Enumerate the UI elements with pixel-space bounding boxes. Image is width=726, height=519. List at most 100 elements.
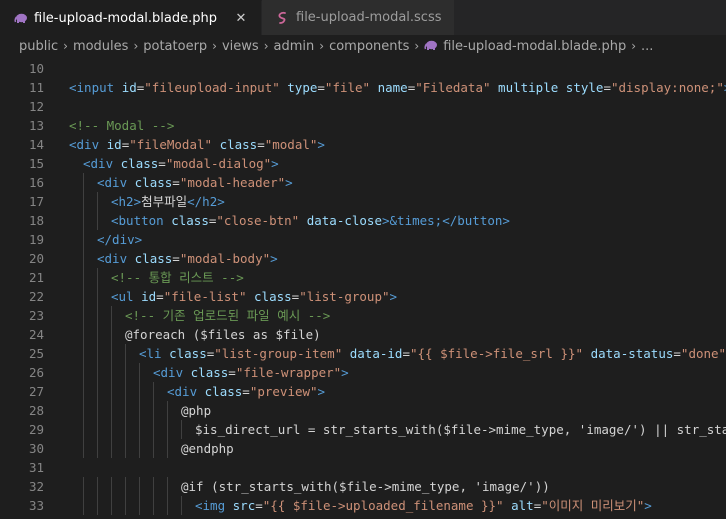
code-line[interactable]: 25 <li class="list-group-item" data-id="{…	[0, 344, 726, 363]
code-token: data-close	[306, 213, 382, 228]
code-line[interactable]: 17 <h2>첨부파일</h2>	[0, 192, 726, 211]
indent-guide	[97, 496, 98, 515]
breadcrumb-item[interactable]: potatoerp	[143, 39, 207, 54]
code-line[interactable]: 30 @endphp	[0, 439, 726, 458]
code-token: <div	[97, 251, 135, 266]
close-icon[interactable]: ✕	[233, 11, 249, 26]
code-text: <div id="fileModal" class="modal">	[69, 135, 325, 154]
code-line[interactable]: 11 <input id="fileupload-input" type="fil…	[0, 78, 726, 97]
tab-scss-file[interactable]: file-upload-modal.scss	[262, 0, 455, 35]
indent-guide	[97, 401, 98, 420]
code-token: =	[156, 289, 164, 304]
code-text: $is_direct_url = str_starts_with($file->…	[195, 420, 726, 439]
code-text: <div class="file-wrapper">	[153, 363, 349, 382]
code-token: <div	[153, 365, 191, 380]
breadcrumb-item[interactable]: modules	[73, 39, 129, 54]
line-number: 20	[28, 251, 44, 266]
blade-elephant-icon	[14, 11, 28, 25]
indent-guide	[125, 382, 126, 401]
code-line[interactable]: 26 <div class="file-wrapper">	[0, 363, 726, 382]
indent-guide	[153, 401, 154, 420]
code-token: id	[121, 80, 137, 95]
code-token: class	[134, 175, 173, 190]
code-token: >	[381, 213, 390, 228]
code-token: =	[172, 251, 180, 266]
code-line[interactable]: 14 <div id="fileModal" class="modal">	[0, 135, 726, 154]
indent-guide	[83, 287, 84, 306]
code-line[interactable]: 23 <!-- 기존 업로드된 파일 예시 -->	[0, 306, 726, 325]
tab-blade-file[interactable]: file-upload-modal.blade.php ✕	[0, 0, 262, 35]
code-line[interactable]: 10	[0, 59, 726, 78]
code-token: >	[389, 289, 398, 304]
code-token: =	[242, 384, 250, 399]
code-token: <div	[69, 137, 107, 152]
chevron-right-icon: ›	[133, 39, 139, 53]
breadcrumb-item[interactable]: views	[222, 39, 259, 54]
code-token: <h2>	[111, 194, 142, 209]
code-token: =	[257, 137, 265, 152]
indent-guide	[111, 401, 112, 420]
code-line[interactable]: 24 @foreach ($files as $file)	[0, 325, 726, 344]
chevron-right-icon: ›	[212, 39, 217, 53]
code-token: <div	[167, 384, 205, 399]
indent-guide	[97, 344, 98, 363]
indent-guide	[139, 401, 140, 420]
code-token: src	[232, 498, 256, 513]
line-number: 26	[28, 365, 44, 380]
code-token: class	[120, 156, 159, 171]
breadcrumb-item[interactable]: admin	[274, 39, 315, 54]
code-text: <!-- 통합 리스트 -->	[111, 268, 244, 287]
code-line[interactable]: 15 <div class="modal-dialog">	[0, 154, 726, 173]
code-text: @php	[181, 401, 211, 420]
code-line[interactable]: 12	[0, 97, 726, 116]
code-token: <!-- 통합 리스트 -->	[111, 270, 244, 285]
code-line[interactable]: 32 @if (str_starts_with($file->mime_type,…	[0, 477, 726, 496]
breadcrumb-item[interactable]: components	[329, 39, 409, 54]
code-token: "Filedata"	[415, 80, 491, 95]
code-token: <div	[97, 175, 135, 190]
code-line[interactable]: 19 </div>	[0, 230, 726, 249]
breadcrumb-item-file[interactable]: file-upload-modal.blade.php	[443, 39, 626, 54]
code-token: 첨부파일	[141, 194, 188, 209]
editor-tab-bar: file-upload-modal.blade.php ✕ file-uploa…	[0, 0, 726, 35]
indent-guide	[83, 401, 84, 420]
code-line[interactable]: 22 <ul id="file-list" class="list-group">	[0, 287, 726, 306]
code-token: "file"	[324, 80, 371, 95]
line-number: 18	[28, 213, 44, 228]
code-line[interactable]: 29 $is_direct_url = str_starts_with($file…	[0, 420, 726, 439]
line-number: 27	[28, 384, 44, 399]
tab-label: file-upload-modal.scss	[296, 10, 442, 25]
code-token: @if (str_starts_with($file->mime_type, '…	[181, 479, 550, 494]
code-token: >	[341, 365, 349, 380]
breadcrumb-item[interactable]: public	[19, 39, 58, 54]
line-number: 12	[28, 99, 44, 114]
code-line[interactable]: 28 @php	[0, 401, 726, 420]
breadcrumb-item-more[interactable]: ...	[641, 39, 653, 54]
indent-guide	[97, 268, 98, 287]
line-number: 10	[28, 61, 44, 76]
indent-guide	[153, 439, 154, 458]
code-token: <li	[139, 346, 170, 361]
code-editor[interactable]: 10 11 <input id="fileupload-input" type="f…	[0, 59, 726, 519]
code-token: >	[644, 498, 652, 513]
indent-guide	[181, 496, 182, 515]
code-line[interactable]: 31	[0, 458, 726, 477]
indent-guide	[83, 325, 84, 344]
line-number: 16	[28, 175, 44, 190]
code-line[interactable]: 16 <div class="modal-header">	[0, 173, 726, 192]
code-token: "done"	[680, 346, 726, 361]
code-line[interactable]: 21 <!-- 통합 리스트 -->	[0, 268, 726, 287]
line-number: 32	[28, 479, 44, 494]
code-text: <!-- Modal -->	[69, 116, 174, 135]
code-token: "file-wrapper"	[235, 365, 342, 380]
code-line[interactable]: 18 <button class="close-btn" data-close>&…	[0, 211, 726, 230]
code-line[interactable]: 27 <div class="preview">	[0, 382, 726, 401]
code-line[interactable]: 13 <!-- Modal -->	[0, 116, 726, 135]
indent-guide	[97, 287, 98, 306]
line-number: 30	[28, 441, 44, 456]
code-line[interactable]: 20 <div class="modal-body">	[0, 249, 726, 268]
indent-guide	[153, 382, 154, 401]
code-line[interactable]: 33 <img src="{{ $file->uploaded_filename …	[0, 496, 726, 515]
